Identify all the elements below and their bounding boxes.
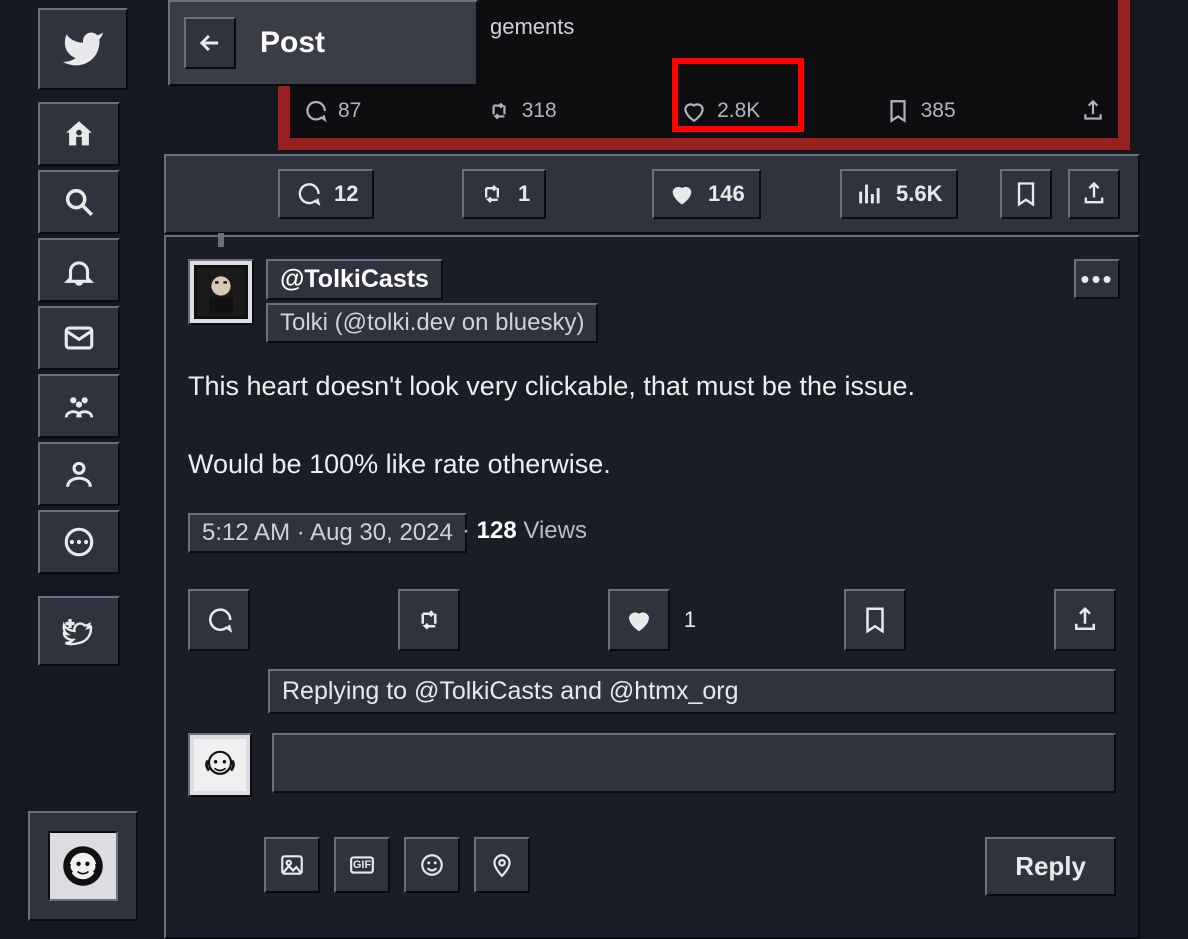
views-count: 5.6K — [896, 181, 942, 207]
reply-button[interactable] — [188, 589, 250, 651]
post-panel: @TolkiCasts Tolki (@tolki.dev on bluesky… — [164, 235, 1140, 939]
nav-explore[interactable] — [38, 170, 120, 234]
views-button[interactable]: 5.6K — [840, 169, 958, 219]
post-actions: 1 — [188, 581, 1116, 659]
post-timestamp[interactable]: 5:12 AM · Aug 30, 2024 — [188, 513, 467, 553]
nav-home[interactable] — [38, 102, 120, 166]
author-handle[interactable]: @TolkiCasts — [266, 259, 443, 300]
embed-share — [1080, 98, 1106, 124]
reply-input[interactable] — [272, 733, 1116, 793]
share-icon — [1070, 605, 1100, 635]
retweet-button[interactable]: 1 — [462, 169, 546, 219]
reply-icon — [294, 180, 322, 208]
page-header: Post — [168, 0, 478, 86]
post-more-button[interactable]: ••• — [1074, 259, 1120, 299]
attach-emoji-button[interactable] — [404, 837, 460, 893]
post-body: This heart doesn't look very clickable, … — [188, 367, 1108, 484]
compose-button[interactable] — [38, 596, 120, 666]
account-switcher[interactable] — [28, 811, 138, 921]
like-count: 146 — [708, 181, 745, 207]
heart-filled-icon — [668, 180, 696, 208]
twitter-logo[interactable] — [38, 8, 128, 90]
embed-bookmarks: 385 — [885, 98, 956, 124]
retweet-icon — [486, 98, 512, 124]
reply-count: 12 — [334, 181, 358, 207]
like-button[interactable] — [608, 589, 670, 651]
share-button[interactable] — [1068, 169, 1120, 219]
bookmark-icon — [1012, 180, 1040, 208]
ellipsis-icon: ••• — [1080, 264, 1113, 295]
attach-image-button[interactable] — [264, 837, 320, 893]
embed-replies: 87 — [302, 98, 361, 124]
nav-communities[interactable] — [38, 374, 120, 438]
embed-likes: 2.8K — [681, 98, 760, 124]
location-icon — [489, 852, 515, 878]
parent-post-actions: 12 1 146 5.6K — [164, 154, 1140, 234]
embed-retweets: 318 — [486, 98, 557, 124]
back-button[interactable] — [184, 17, 236, 69]
replying-to-label[interactable]: Replying to @TolkiCasts and @htmx_org — [268, 669, 1116, 714]
emoji-icon — [419, 852, 445, 878]
nav-notifications[interactable] — [38, 238, 120, 302]
heart-filled-icon — [624, 605, 654, 635]
retweet-icon — [478, 180, 506, 208]
like-count: 1 — [684, 607, 696, 633]
bookmark-icon — [860, 605, 890, 635]
chart-icon — [856, 180, 884, 208]
image-icon — [279, 852, 305, 878]
author-display-name[interactable]: Tolki (@tolki.dev on bluesky) — [266, 303, 598, 343]
page-title: Post — [260, 26, 325, 60]
arrow-left-icon — [196, 29, 224, 57]
partial-text: gements — [490, 14, 574, 40]
reply-button[interactable]: 12 — [278, 169, 374, 219]
reply-icon — [204, 605, 234, 635]
account-avatar — [48, 831, 118, 901]
share-icon — [1080, 98, 1106, 124]
nav-profile[interactable] — [38, 442, 120, 506]
reply-icon — [302, 98, 328, 124]
retweet-count: 1 — [518, 181, 530, 207]
share-button[interactable] — [1054, 589, 1116, 651]
heart-icon — [681, 98, 707, 124]
nav-more[interactable] — [38, 510, 120, 574]
bookmark-button[interactable] — [844, 589, 906, 651]
bookmark-button[interactable] — [1000, 169, 1052, 219]
retweet-button[interactable] — [398, 589, 460, 651]
bookmark-icon — [885, 98, 911, 124]
nav-messages[interactable] — [38, 306, 120, 370]
like-button[interactable]: 146 — [652, 169, 761, 219]
compose-avatar — [188, 733, 252, 797]
attach-gif-button[interactable]: GIF — [334, 837, 390, 893]
attach-location-button[interactable] — [474, 837, 530, 893]
post-views: · 128 Views — [462, 517, 587, 545]
thread-connector — [218, 233, 224, 247]
share-icon — [1080, 180, 1108, 208]
reply-submit-button[interactable]: Reply — [985, 837, 1116, 896]
retweet-icon — [414, 605, 444, 635]
author-avatar[interactable] — [188, 259, 254, 325]
